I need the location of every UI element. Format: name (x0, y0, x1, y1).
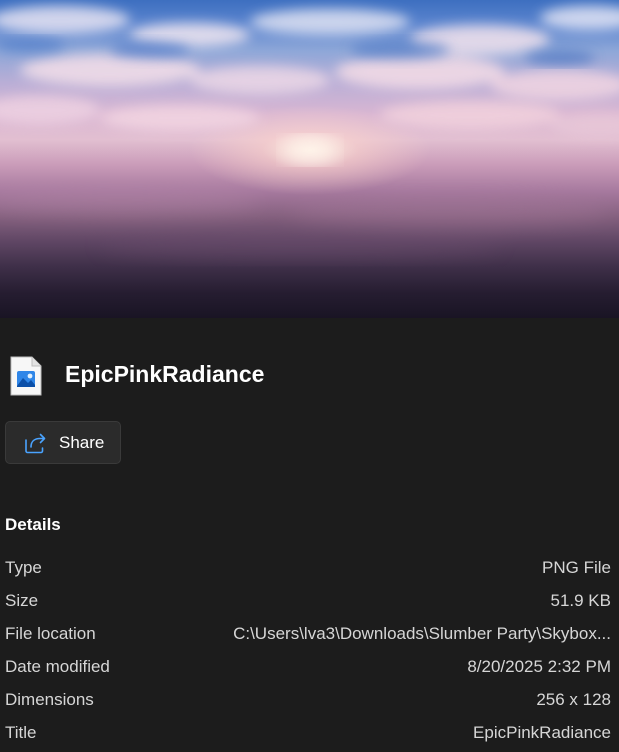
details-list: Type PNG File Size 51.9 KB File location… (5, 552, 611, 750)
detail-row-type: Type PNG File (5, 552, 611, 585)
file-details-pane: EpicPinkRadiance Share Details Type PNG … (0, 0, 619, 752)
share-icon (25, 433, 46, 454)
detail-value: 51.9 KB (550, 591, 612, 610)
detail-label: Date modified (5, 657, 110, 676)
detail-value-file-location-link[interactable]: C:\Users\lva3\Downloads\Slumber Party\Sk… (233, 624, 611, 644)
detail-row-size: Size 51.9 KB (5, 585, 611, 618)
share-label: Share (59, 433, 105, 452)
detail-row-file-location: File location C:\Users\lva3\Downloads\Sl… (5, 618, 611, 651)
detail-label: Dimensions (5, 690, 94, 709)
detail-row-dimensions: Dimensions 256 x 128 (5, 684, 611, 717)
detail-value: 256 x 128 (536, 690, 611, 709)
detail-label: Type (5, 558, 42, 577)
detail-label: Title (5, 723, 37, 742)
detail-label: File location (5, 624, 96, 643)
file-header: EpicPinkRadiance (0, 350, 619, 402)
detail-row-date-modified: Date modified 8/20/2025 2:32 PM (5, 651, 611, 684)
image-file-icon (10, 356, 42, 396)
detail-row-title: Title EpicPinkRadiance (5, 717, 611, 750)
share-button[interactable]: Share (5, 421, 121, 464)
image-preview (0, 0, 619, 318)
detail-value: 8/20/2025 2:32 PM (467, 657, 611, 676)
sky-clouds-image (0, 6, 619, 259)
detail-value: EpicPinkRadiance (473, 723, 611, 742)
details-heading: Details (5, 515, 61, 534)
detail-label: Size (5, 591, 39, 610)
detail-value: PNG File (542, 558, 611, 577)
file-name: EpicPinkRadiance (65, 361, 265, 387)
